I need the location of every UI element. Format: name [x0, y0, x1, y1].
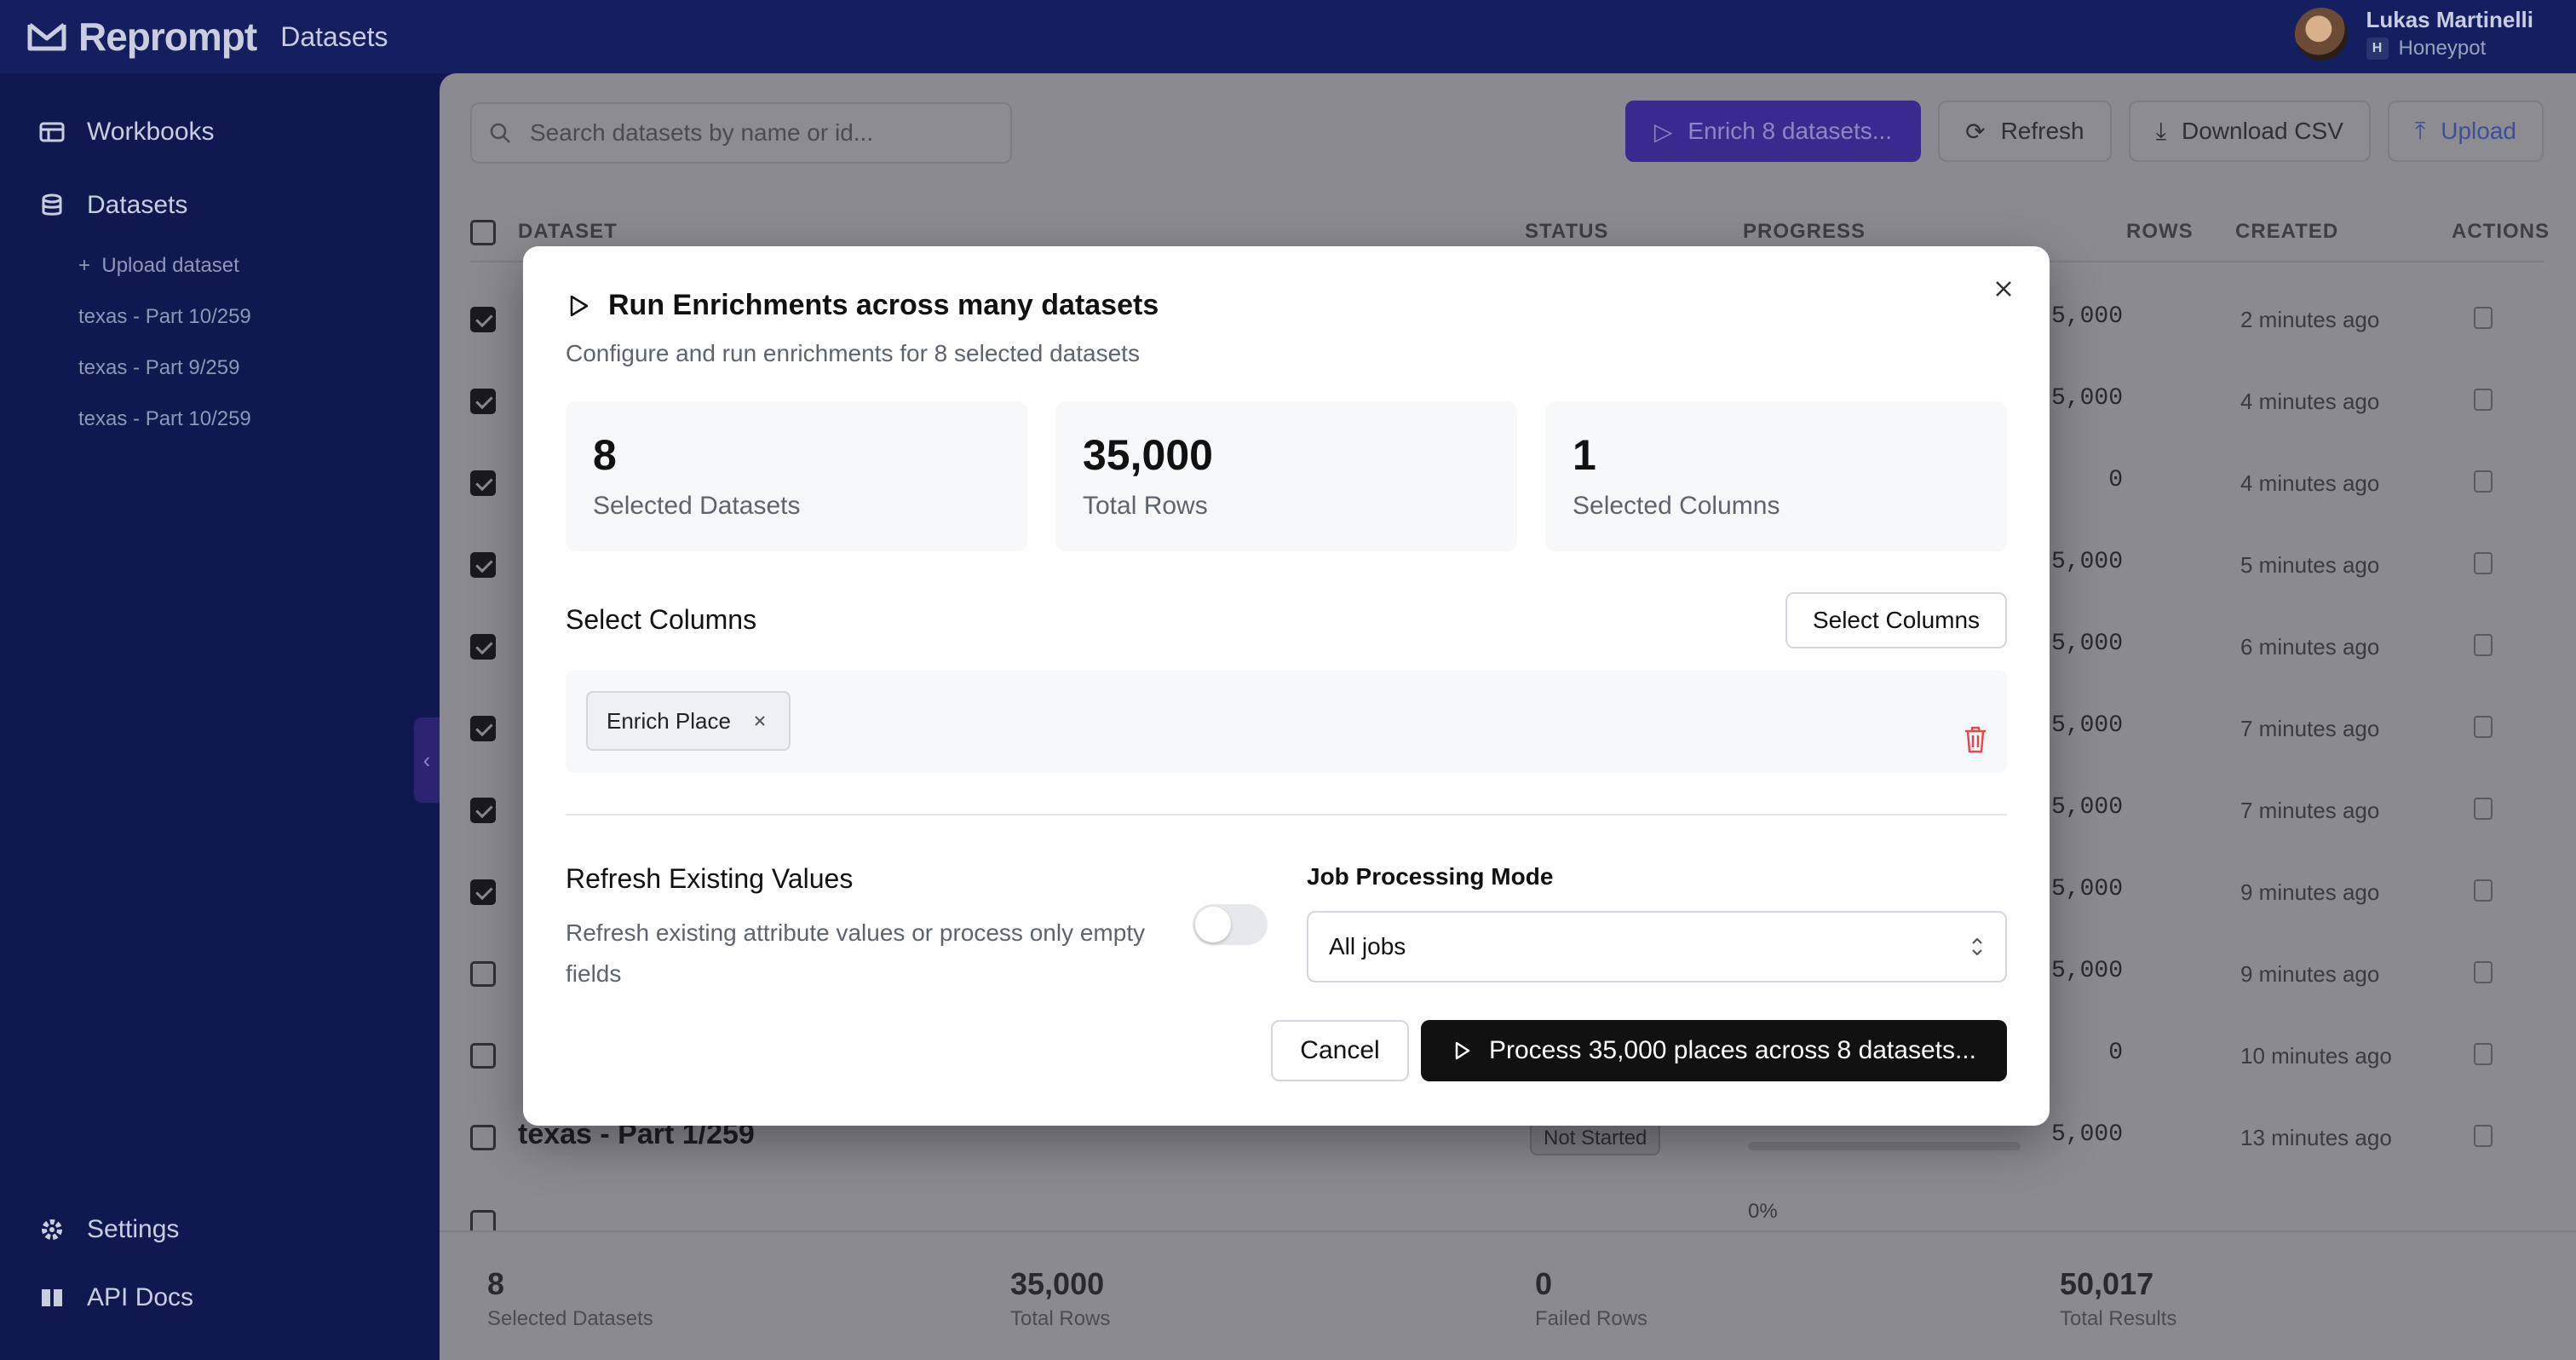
- chevron-up-down-icon: [1972, 937, 1982, 956]
- selected-columns-box: Enrich Place: [566, 671, 2007, 773]
- dialog-subtitle: Configure and run enrichments for 8 sele…: [566, 340, 1140, 366]
- close-icon: [1996, 281, 2011, 297]
- stat-card-total-rows: 35,000 Total Rows: [1055, 401, 1517, 551]
- play-icon: [1455, 1041, 1470, 1060]
- stat-value: 1: [1573, 431, 1596, 479]
- job-processing-mode-select[interactable]: All jobs: [1307, 911, 2007, 983]
- remove-chip-icon[interactable]: [753, 714, 767, 728]
- stat-value: 35,000: [1083, 431, 1213, 479]
- dialog-title: Run Enrichments across many datasets: [566, 289, 1159, 322]
- refresh-existing-description: Refresh existing attribute values or pro…: [566, 919, 1146, 987]
- select-columns-title: Select Columns: [566, 604, 757, 635]
- refresh-existing-title: Refresh Existing Values: [566, 863, 854, 894]
- stat-label: Total Rows: [1083, 492, 1208, 520]
- close-button[interactable]: [1987, 272, 2021, 306]
- divider: [566, 814, 2007, 815]
- job-processing-mode-label: Job Processing Mode: [1307, 863, 1554, 890]
- stat-value: 8: [593, 431, 617, 479]
- column-chip: Enrich Place: [586, 691, 791, 751]
- trash-icon[interactable]: [1963, 725, 1988, 754]
- stat-label: Selected Columns: [1573, 492, 1780, 520]
- mode-selected-value: All jobs: [1329, 933, 1406, 959]
- run-enrichments-dialog: Run Enrichments across many datasets Con…: [523, 246, 2050, 1126]
- play-icon: [570, 295, 589, 316]
- select-columns-button[interactable]: Select Columns: [1785, 592, 2007, 648]
- stat-card-selected-datasets: 8 Selected Datasets: [566, 401, 1027, 551]
- process-button[interactable]: Process 35,000 places across 8 datasets.…: [1421, 1020, 2007, 1081]
- stat-card-selected-columns: 1 Selected Columns: [1545, 401, 2007, 551]
- dialog-title-text: Run Enrichments across many datasets: [608, 289, 1159, 321]
- stat-label: Selected Datasets: [593, 492, 801, 520]
- column-chip-label: Enrich Place: [607, 707, 731, 734]
- cancel-button[interactable]: Cancel: [1271, 1020, 1409, 1081]
- process-button-label: Process 35,000 places across 8 datasets.…: [1489, 1036, 1976, 1064]
- toggle-knob: [1195, 907, 1231, 942]
- refresh-existing-toggle[interactable]: [1193, 904, 1268, 945]
